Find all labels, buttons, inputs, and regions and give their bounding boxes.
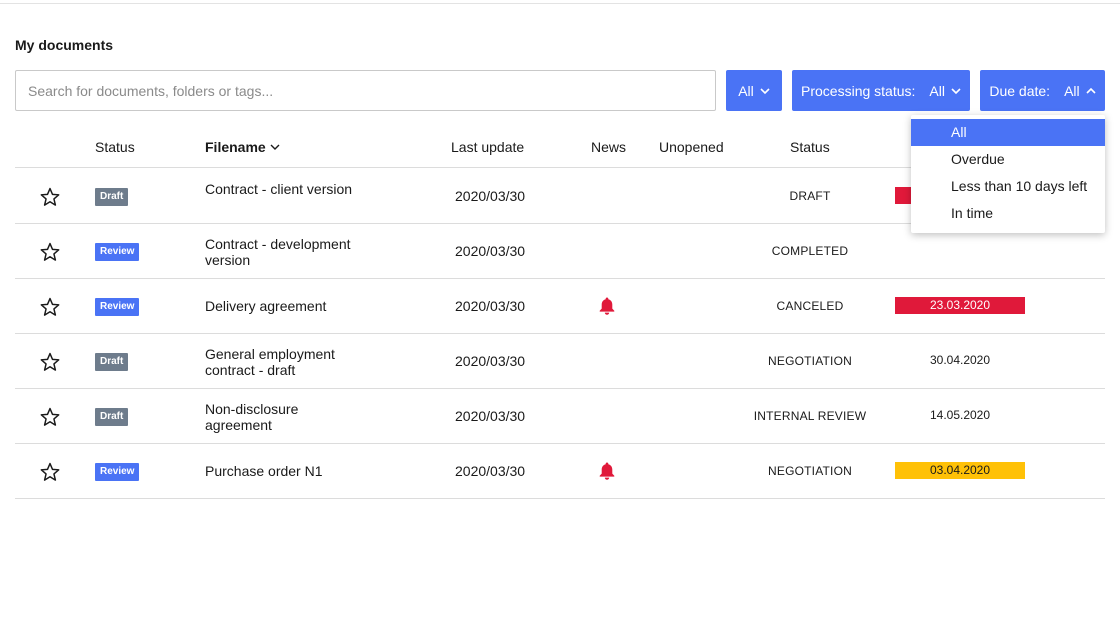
last-update-date: 2020/03/30	[455, 408, 526, 424]
favorite-star-icon[interactable]	[39, 461, 61, 483]
processing-status-filter-value: All	[929, 82, 945, 99]
news-bell-icon[interactable]	[598, 296, 616, 316]
due-date: 14.05.2020	[929, 408, 991, 422]
due-date: 03.04.2020	[895, 462, 1025, 479]
status-badge: Draft	[95, 408, 129, 426]
processing-status-filter-button[interactable]: Processing status: All	[792, 70, 970, 111]
processing-status-filter-label: Processing status:	[801, 82, 916, 99]
filename-link[interactable]: Delivery agreement	[205, 298, 365, 314]
processing-status: NEGOTIATION	[768, 464, 852, 478]
due-date-filter-button[interactable]: Due date: All	[980, 70, 1105, 111]
top-divider	[0, 3, 1120, 4]
column-header-filename[interactable]: Filename	[205, 139, 280, 155]
column-header-processing-status[interactable]: Status	[790, 139, 830, 155]
due-date-filter-label: Due date:	[989, 82, 1051, 99]
status-badge: Draft	[95, 188, 129, 206]
due-date: 30.04.2020	[929, 353, 991, 367]
column-header-unopened[interactable]: Unopened	[659, 139, 724, 155]
due-date: 23.03.2020	[895, 297, 1025, 314]
filename-link[interactable]: Contract - client version	[205, 181, 365, 197]
favorite-star-icon[interactable]	[39, 296, 61, 318]
due-date-option[interactable]: Less than 10 days left	[911, 173, 1105, 200]
last-update-date: 2020/03/30	[455, 243, 526, 259]
due-date-filter-value: All	[1064, 82, 1080, 99]
filename-link[interactable]: Purchase order N1	[205, 463, 365, 479]
column-header-news[interactable]: News	[591, 139, 626, 155]
type-filter-value: All	[738, 82, 754, 99]
column-header-status[interactable]: Status	[95, 139, 135, 155]
processing-status: INTERNAL REVIEW	[753, 409, 867, 423]
filename-link[interactable]: General employment contract - draft	[205, 346, 365, 378]
last-update-date: 2020/03/30	[455, 188, 526, 204]
due-date-option[interactable]: In time	[911, 200, 1105, 227]
news-bell-icon[interactable]	[598, 461, 616, 481]
processing-status: DRAFT	[789, 189, 831, 203]
chevron-down-icon	[951, 87, 961, 94]
processing-status: NEGOTIATION	[768, 354, 852, 368]
chevron-down-icon	[760, 87, 770, 94]
sort-chevron-down-icon	[270, 144, 280, 150]
status-badge: Review	[95, 243, 140, 261]
table-row[interactable]: Draft General employment contract - draft…	[15, 334, 1105, 389]
status-badge: Review	[95, 298, 140, 316]
status-badge: Draft	[95, 353, 129, 371]
favorite-star-icon[interactable]	[39, 351, 61, 373]
due-date-option[interactable]: Overdue	[911, 146, 1105, 173]
due-date-option[interactable]: All	[911, 119, 1105, 146]
search-input[interactable]	[16, 71, 715, 110]
table-row[interactable]: Review Delivery agreement 2020/03/30 CANCEL…	[15, 279, 1105, 334]
favorite-star-icon[interactable]	[39, 186, 61, 208]
last-update-date: 2020/03/30	[455, 353, 526, 369]
due-date-dropdown-menu: All Overdue Less than 10 days left In time	[911, 115, 1105, 233]
last-update-date: 2020/03/30	[455, 463, 526, 479]
table-row[interactable]: Review Purchase order N1 2020/03/30 NEGOTIA…	[15, 444, 1105, 499]
search-box[interactable]	[15, 70, 716, 111]
processing-status: CANCELED	[776, 299, 844, 313]
filename-link[interactable]: Non-disclosure agreement	[205, 401, 365, 433]
column-header-filename-label: Filename	[205, 139, 266, 155]
chevron-up-icon	[1086, 87, 1096, 94]
status-badge: Review	[95, 463, 140, 481]
last-update-date: 2020/03/30	[455, 298, 526, 314]
page-title: My documents	[15, 37, 114, 53]
table-row[interactable]: Draft Non-disclosure agreement 2020/03/30 I…	[15, 389, 1105, 444]
filename-link[interactable]: Contract - development version	[205, 236, 365, 268]
type-filter-button[interactable]: All	[726, 70, 782, 111]
favorite-star-icon[interactable]	[39, 241, 61, 263]
favorite-star-icon[interactable]	[39, 406, 61, 428]
due-date-options: All Overdue Less than 10 days left In time	[911, 119, 1105, 227]
processing-status: COMPLETED	[771, 244, 849, 258]
column-header-last-update[interactable]: Last update	[451, 139, 524, 155]
